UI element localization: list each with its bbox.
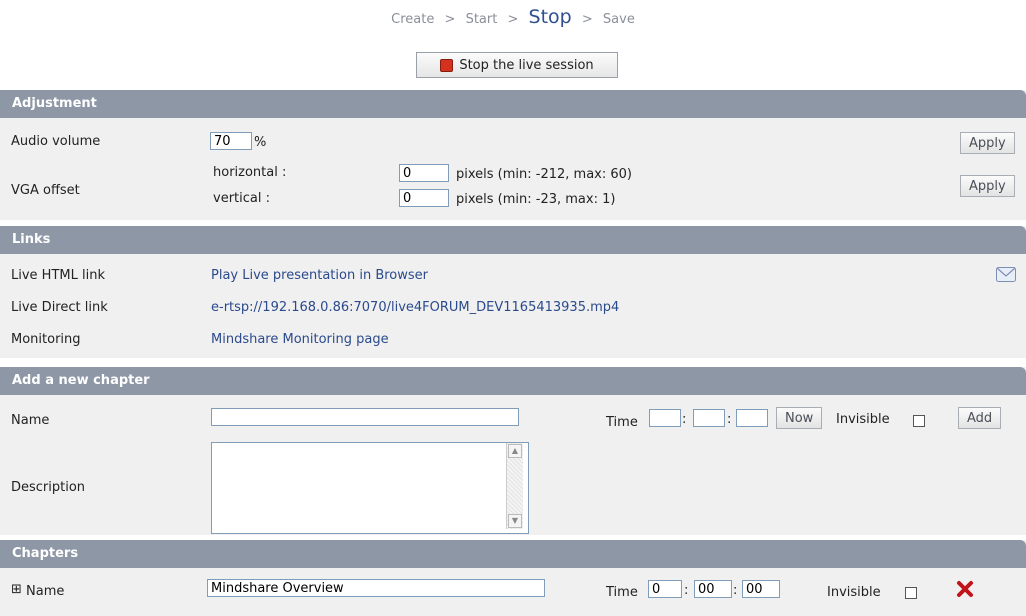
chapters-header: Chapters [0, 540, 1026, 568]
breadcrumb: Create > Start > Stop > Save [0, 6, 1026, 28]
time-colon: : [682, 412, 687, 427]
horizontal-offset-input[interactable] [399, 164, 449, 182]
links-section: Links Live HTML link Play Live presentat… [0, 226, 1026, 358]
monitoring-label: Monitoring [11, 332, 81, 347]
chapter-time-label: Time [606, 415, 638, 430]
adjustment-header: Adjustment [0, 90, 1026, 118]
envelope-icon[interactable] [996, 267, 1016, 282]
stop-square-icon [440, 58, 454, 72]
expand-icon[interactable]: ⊞ [11, 582, 22, 597]
live-html-link-label: Live HTML link [11, 268, 105, 283]
chapter-row-invisible-checkbox[interactable] [905, 587, 917, 599]
add-chapter-header: Add a new chapter [0, 367, 1026, 395]
horizontal-label: horizontal : [213, 165, 287, 180]
apply-vga-button[interactable]: Apply [960, 175, 1015, 197]
chapter-row-time-label: Time [606, 585, 638, 600]
add-chapter-section: Add a new chapter Name Time : : Now Invi… [0, 367, 1026, 535]
chapter-row-hours-input[interactable] [648, 580, 682, 598]
description-textarea[interactable] [211, 442, 529, 534]
delete-x-icon[interactable] [956, 580, 974, 598]
chapter-name-label: Name [11, 413, 50, 428]
stop-live-session-button[interactable]: Stop the live session [416, 52, 618, 78]
breadcrumb-separator: > [507, 12, 519, 27]
audio-volume-input[interactable] [210, 132, 252, 150]
vertical-offset-input[interactable] [399, 189, 449, 207]
breadcrumb-separator: > [581, 12, 593, 27]
links-header: Links [0, 226, 1026, 254]
live-direct-link-label: Live Direct link [11, 300, 108, 315]
monitoring-link[interactable]: Mindshare Monitoring page [211, 332, 389, 347]
breadcrumb-step-stop: Stop [528, 6, 572, 28]
chapters-section: Chapters ⊞ Name Time : : Invisible [0, 540, 1026, 616]
vertical-hint: pixels (min: -23, max: 1) [456, 192, 616, 207]
live-html-link[interactable]: Play Live presentation in Browser [211, 268, 428, 283]
chapter-minutes-input[interactable] [693, 409, 725, 427]
description-scrollbar[interactable]: ▲ ▼ [506, 443, 523, 529]
time-colon: : [733, 583, 738, 598]
invisible-checkbox[interactable] [913, 415, 925, 427]
invisible-label: Invisible [836, 412, 890, 427]
breadcrumb-separator: > [444, 12, 456, 27]
chapter-seconds-input[interactable] [736, 409, 768, 427]
audio-unit: % [254, 135, 267, 150]
stop-button-label: Stop the live session [459, 57, 594, 73]
time-colon: : [684, 583, 689, 598]
chapter-row-name-label: Name [26, 584, 65, 599]
vertical-label: vertical : [213, 191, 270, 206]
chapter-row-name-input[interactable] [207, 579, 545, 597]
chapter-row-seconds-input[interactable] [742, 580, 780, 598]
description-label: Description [11, 480, 86, 495]
breadcrumb-step-start: Start [465, 12, 498, 27]
adjustment-section: Adjustment Audio volume % Apply VGA offs… [0, 90, 1026, 220]
scroll-up-icon[interactable]: ▲ [508, 444, 522, 458]
horizontal-hint: pixels (min: -212, max: 60) [456, 167, 632, 182]
scroll-down-icon[interactable]: ▼ [508, 514, 522, 528]
audio-volume-label: Audio volume [11, 134, 101, 149]
breadcrumb-step-save: Save [602, 12, 635, 27]
chapter-name-input[interactable] [211, 408, 519, 426]
apply-audio-button[interactable]: Apply [960, 132, 1015, 154]
breadcrumb-step-create: Create [391, 12, 435, 27]
time-colon: : [727, 412, 732, 427]
vga-offset-label: VGA offset [11, 183, 80, 198]
now-button[interactable]: Now [776, 407, 823, 429]
chapter-hours-input[interactable] [649, 409, 681, 427]
chapter-row-minutes-input[interactable] [694, 580, 732, 598]
live-direct-link[interactable]: e-rtsp://192.168.0.86:7070/live4FORUM_DE… [211, 300, 619, 315]
chapter-row-invisible-label: Invisible [827, 585, 881, 600]
add-chapter-button[interactable]: Add [958, 407, 1002, 429]
